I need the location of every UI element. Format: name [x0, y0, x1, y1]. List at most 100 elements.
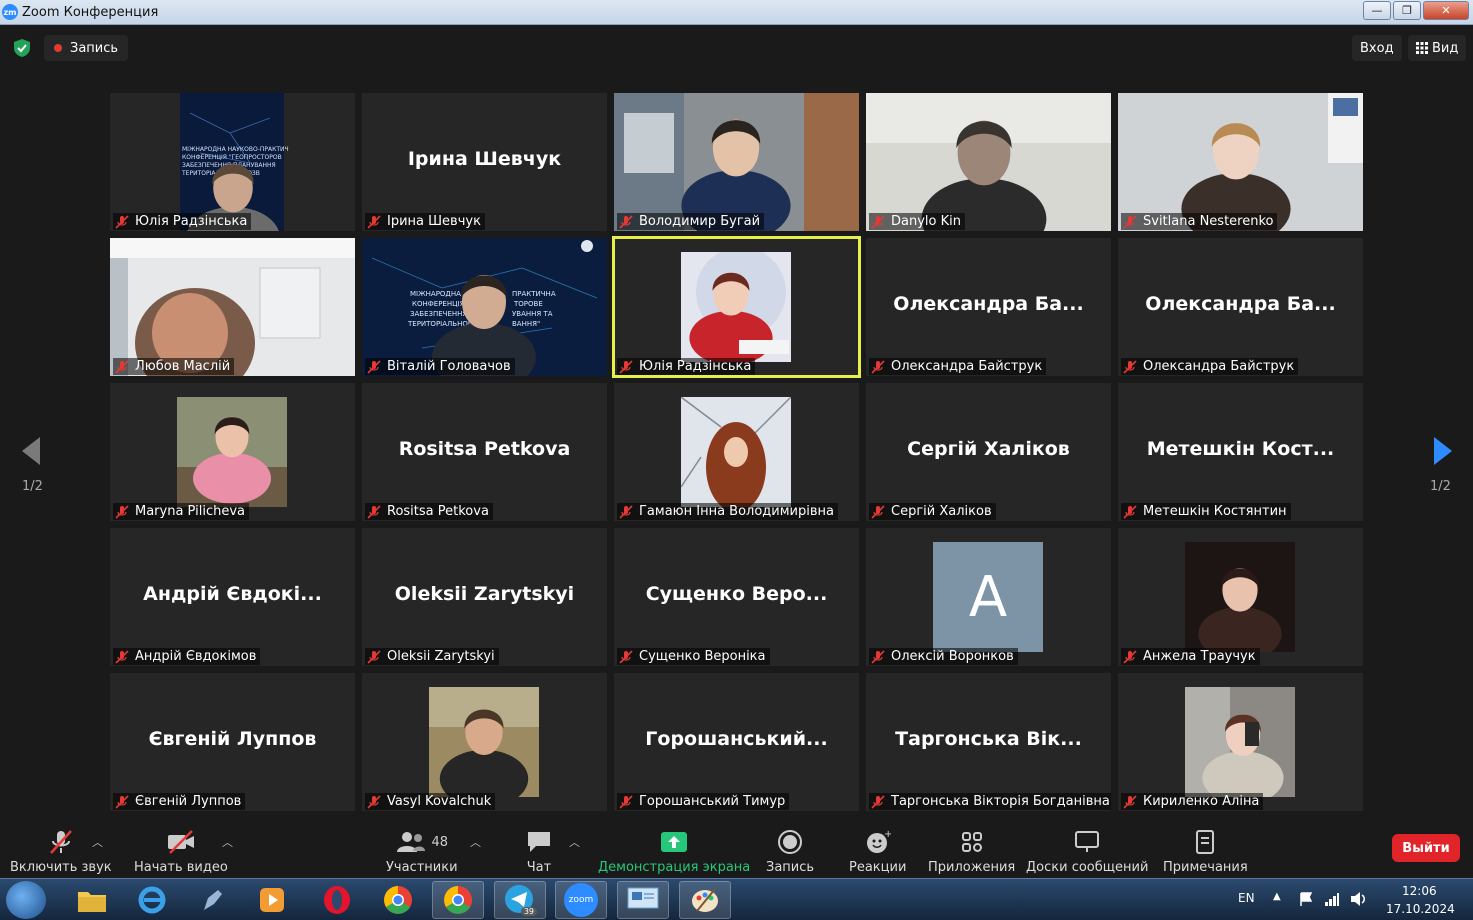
- participant-name: Андрій Євдокімов: [135, 649, 257, 664]
- participant-display-name: Сергій Халіков: [907, 438, 1070, 460]
- participant-tile[interactable]: Oleksii Zarytskyi Oleksii Zarytskyi: [362, 528, 607, 666]
- action-center-flag-icon[interactable]: [1298, 891, 1314, 907]
- close-button[interactable]: ✕: [1423, 1, 1469, 20]
- muted-microphone-icon: [115, 794, 129, 809]
- participant-tile[interactable]: Ірина Шевчук Ірина Шевчук: [362, 93, 607, 231]
- participants-label: Участники: [386, 860, 458, 875]
- participant-tile[interactable]: Rositsa Petkova Rositsa Petkova: [362, 383, 607, 521]
- participant-tile[interactable]: Кириленко Аліна: [1118, 673, 1363, 811]
- participant-tile[interactable]: Юлія Радзінська: [612, 236, 861, 378]
- participant-name: Гамаюн Інна Володимирівна: [639, 504, 834, 519]
- participant-tile[interactable]: Володимир Бугай: [614, 93, 859, 231]
- participant-name-label: Юлія Радзінська: [617, 358, 756, 375]
- notes-icon: [1196, 830, 1215, 854]
- recording-indicator[interactable]: Запись: [44, 35, 129, 61]
- participant-tile[interactable]: МІЖНАРОДНА НАУКОВО-ПРАКТИЧ КОНФЕРЕНЦІЯ "Г…: [110, 93, 355, 231]
- participant-photo: [177, 397, 287, 507]
- svg-text:ТОРОВЕ: ТОРОВЕ: [513, 300, 543, 308]
- clock-time[interactable]: 12:06: [1402, 884, 1437, 898]
- muted-microphone-icon: [1123, 649, 1137, 664]
- participant-tile[interactable]: Метешкін Кост... Метешкін Костянтин: [1118, 383, 1363, 521]
- chat-caret-icon[interactable]: ︿: [569, 834, 580, 850]
- keyboard-language[interactable]: EN: [1238, 891, 1255, 905]
- chrome-taskbar-icon[interactable]: [372, 881, 424, 919]
- leave-meeting-button[interactable]: Выйти: [1392, 834, 1460, 862]
- participant-tile[interactable]: Svitlana Nesterenko: [1118, 93, 1363, 231]
- clock-date[interactable]: 17.10.2024: [1386, 902, 1455, 916]
- svg-text:+: +: [884, 829, 891, 840]
- svg-text:КОНФЕРЕНЦІЯ "ГЕОПРОСТОРОВ: КОНФЕРЕНЦІЯ "ГЕОПРОСТОРОВ: [182, 154, 282, 161]
- participant-tile[interactable]: Гамаюн Інна Володимирівна: [614, 383, 859, 521]
- participant-video: МІЖНАРОДНА НАУКОВО-ПРАКТИЧКОНФЕРЕНЦІЯ "Г…: [110, 93, 355, 231]
- whiteboards-label: Доски сообщений: [1026, 860, 1149, 875]
- participant-name-label: Сущенко Вероніка: [617, 648, 770, 665]
- audio-options-caret-icon[interactable]: ︿: [92, 834, 103, 850]
- zoom-taskbar-icon[interactable]: zoom: [555, 881, 607, 919]
- restore-button[interactable]: ❐: [1393, 1, 1421, 20]
- network-signal-icon[interactable]: [1324, 891, 1340, 907]
- participants-button[interactable]: 48 Участники: [386, 826, 458, 875]
- participant-tile[interactable]: МІЖНАРОДНА ПРАКТИЧНА КОНФЕРЕНЦІЯ ТОРОВЕ ЗАБЕ…: [362, 238, 607, 376]
- participant-name: Горошанський Тимур: [639, 794, 786, 809]
- page-indicator-left: 1/2: [22, 479, 43, 494]
- volume-speaker-icon[interactable]: [1350, 891, 1368, 907]
- participant-tile[interactable]: Анжела Траучук: [1118, 528, 1363, 666]
- video-options-caret-icon[interactable]: ︿: [222, 834, 233, 850]
- record-icon: [778, 830, 803, 854]
- minimize-button[interactable]: —: [1363, 1, 1391, 20]
- participant-tile[interactable]: Олександра Ба... Олександра Байструк: [1118, 238, 1363, 376]
- show-hidden-icons-icon[interactable]: ▲: [1273, 891, 1281, 902]
- security-shield-icon[interactable]: [12, 38, 32, 58]
- paint-taskbar-icon[interactable]: [679, 881, 731, 919]
- start-video-button[interactable]: Начать видео: [134, 826, 228, 875]
- participant-display-name: Таргонська Вік...: [895, 728, 1082, 750]
- media-player-taskbar-icon[interactable]: [246, 881, 298, 919]
- participant-tile[interactable]: Горошанський... Горошанський Тимур: [614, 673, 859, 811]
- participant-tile[interactable]: A Олексій Воронков: [866, 528, 1111, 666]
- next-page-arrow-icon[interactable]: [1428, 435, 1458, 467]
- previous-page-arrow-icon[interactable]: [18, 435, 48, 467]
- reactions-smiley-icon: +: [866, 829, 891, 853]
- chat-button[interactable]: Чат: [526, 826, 552, 875]
- participant-tile[interactable]: Олександра Ба... Олександра Байструк: [866, 238, 1111, 376]
- opera-taskbar-icon[interactable]: [311, 881, 363, 919]
- participant-tile[interactable]: Таргонська Вік... Таргонська Вікторія Бог…: [866, 673, 1111, 811]
- whiteboards-button[interactable]: Доски сообщений: [1026, 826, 1148, 875]
- participants-caret-icon[interactable]: ︿: [470, 834, 481, 850]
- participant-name: Юлія Радзінська: [639, 359, 752, 374]
- svg-text:ЗАБЕЗПЕЧЕННЯ: ЗАБЕЗПЕЧЕННЯ: [410, 310, 467, 318]
- record-button[interactable]: Запись: [766, 826, 814, 875]
- participant-tile[interactable]: Vasyl Kovalchuk: [362, 673, 607, 811]
- notes-button[interactable]: Примечания: [1163, 826, 1248, 875]
- participant-name-label: Таргонська Вікторія Богданівна: [869, 793, 1111, 810]
- apps-icon: [961, 832, 982, 852]
- enter-button[interactable]: Вход: [1352, 35, 1402, 61]
- participant-tile[interactable]: Андрій Євдокі... Андрій Євдокімов: [110, 528, 355, 666]
- apps-button[interactable]: Приложения: [928, 826, 1015, 875]
- pen-tool-taskbar-icon[interactable]: [186, 881, 238, 919]
- participant-tile[interactable]: Любов Маслій: [110, 238, 355, 376]
- windows-start-button[interactable]: [6, 881, 46, 919]
- participant-display-name: Oleksii Zarytskyi: [394, 583, 575, 605]
- participant-tile[interactable]: Maryna Pilicheva: [110, 383, 355, 521]
- muted-microphone-icon: [1123, 504, 1137, 519]
- participant-video: [1118, 93, 1363, 231]
- reactions-button[interactable]: + Реакции: [849, 826, 906, 875]
- telegram-taskbar-icon[interactable]: 39: [494, 881, 546, 919]
- muted-microphone-icon: [619, 794, 633, 809]
- participant-name: Метешкін Костянтин: [1143, 504, 1287, 519]
- participant-name: Володимир Бугай: [639, 214, 761, 229]
- internet-explorer-taskbar-icon[interactable]: [126, 881, 178, 919]
- participants-count: 48: [431, 834, 449, 850]
- participant-tile[interactable]: Сущенко Веро... Сущенко Вероніка: [614, 528, 859, 666]
- participant-tile[interactable]: Сергій Халіков Сергій Халіков: [866, 383, 1111, 521]
- participant-tile[interactable]: Danylo Kin: [866, 93, 1111, 231]
- presentation-taskbar-icon[interactable]: [617, 881, 669, 919]
- view-button[interactable]: Вид: [1408, 35, 1467, 61]
- file-explorer-taskbar-icon[interactable]: [66, 881, 118, 919]
- participant-tile[interactable]: Євгеній Луппов Євгеній Луппов: [110, 673, 355, 811]
- participant-name: Олександра Байструк: [1143, 359, 1295, 374]
- chrome-profile-taskbar-icon[interactable]: [432, 881, 484, 919]
- share-screen-button[interactable]: Демонстрация экрана: [598, 826, 750, 875]
- participant-video: [110, 238, 355, 376]
